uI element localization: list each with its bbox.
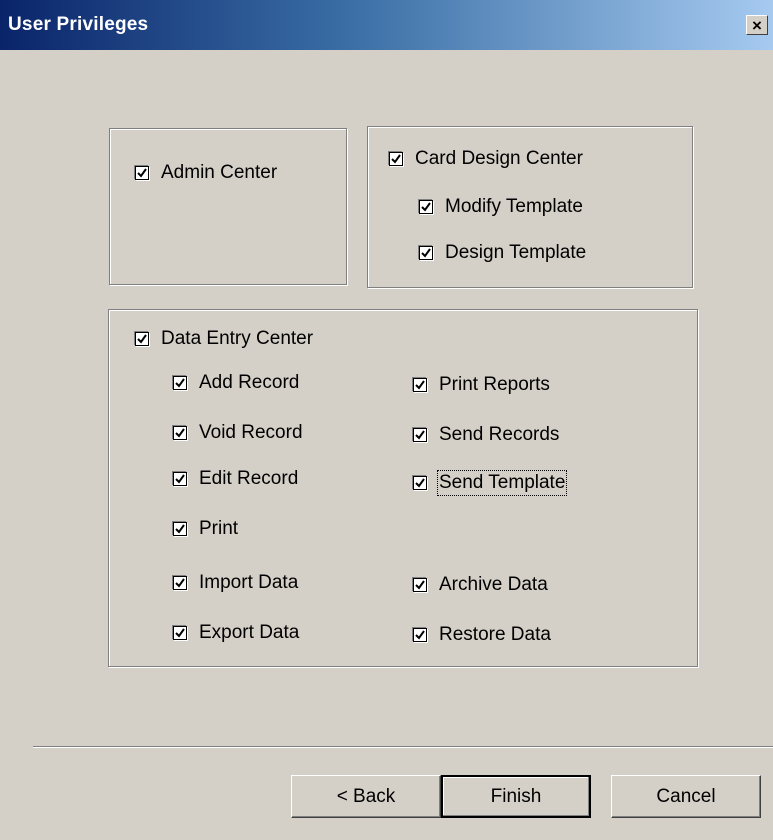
checkmark-icon: [391, 154, 401, 164]
archive-data-checkbox[interactable]: Archive Data: [413, 574, 548, 596]
data-entry-center-checkbox[interactable]: Data Entry Center: [135, 328, 313, 350]
send-template-checkbox[interactable]: Send Template: [413, 470, 568, 496]
checkmark-icon: [175, 628, 185, 638]
checkbox-label: Modify Template: [445, 196, 583, 217]
checkbox-box[interactable]: [413, 628, 427, 642]
checkbox-label: Card Design Center: [415, 148, 583, 169]
send-records-checkbox[interactable]: Send Records: [413, 424, 559, 446]
admin-center-checkbox[interactable]: Admin Center: [135, 162, 277, 184]
finish-button[interactable]: Finish: [441, 775, 591, 818]
cancel-button[interactable]: Cancel: [611, 775, 761, 818]
checkbox-label: Import Data: [199, 572, 299, 593]
checkmark-icon: [415, 580, 425, 590]
checkmark-icon: [137, 334, 147, 344]
add-record-checkbox[interactable]: Add Record: [173, 372, 299, 394]
window-title: User Privileges: [8, 14, 149, 35]
checkbox-box[interactable]: [413, 578, 427, 592]
checkbox-label: Print Reports: [439, 374, 550, 395]
back-button[interactable]: < Back: [291, 775, 441, 818]
checkmark-icon: [415, 430, 425, 440]
checkmark-icon: [175, 378, 185, 388]
checkbox-label: Send Template: [436, 470, 568, 496]
checkmark-icon: [415, 630, 425, 640]
close-button[interactable]: ×: [746, 15, 768, 35]
design-template-checkbox[interactable]: Design Template: [419, 242, 586, 264]
checkmark-icon: [175, 428, 185, 438]
separator: [33, 746, 773, 748]
checkbox-box[interactable]: [173, 576, 187, 590]
checkbox-box[interactable]: [419, 246, 433, 260]
checkbox-box[interactable]: [173, 522, 187, 536]
checkbox-box[interactable]: [173, 426, 187, 440]
checkbox-box[interactable]: [413, 378, 427, 392]
checkbox-box[interactable]: [173, 376, 187, 390]
checkmark-icon: [421, 248, 431, 258]
restore-data-checkbox[interactable]: Restore Data: [413, 624, 551, 646]
checkbox-box[interactable]: [173, 626, 187, 640]
checkbox-box[interactable]: [413, 476, 427, 490]
checkmark-icon: [175, 474, 185, 484]
checkbox-box[interactable]: [419, 200, 433, 214]
cancel-button-label: Cancel: [656, 785, 716, 807]
checkmark-icon: [175, 578, 185, 588]
print-reports-checkbox[interactable]: Print Reports: [413, 374, 550, 396]
checkbox-label: Archive Data: [439, 574, 548, 595]
modify-template-checkbox[interactable]: Modify Template: [419, 196, 583, 218]
checkmark-icon: [137, 168, 147, 178]
checkbox-label: Design Template: [445, 242, 587, 263]
import-data-checkbox[interactable]: Import Data: [173, 572, 298, 594]
checkmark-icon: [421, 202, 431, 212]
checkbox-label: Restore Data: [439, 624, 551, 645]
checkbox-box[interactable]: [135, 166, 149, 180]
checkbox-box[interactable]: [173, 472, 187, 486]
print-checkbox[interactable]: Print: [173, 518, 238, 540]
finish-button-label: Finish: [490, 785, 542, 807]
checkbox-label: Send Records: [439, 424, 560, 445]
checkbox-label: Export Data: [199, 622, 300, 643]
void-record-checkbox[interactable]: Void Record: [173, 422, 303, 444]
back-button-label: < Back: [336, 785, 396, 807]
checkbox-label: Admin Center: [161, 162, 278, 183]
checkmark-icon: [415, 478, 425, 488]
close-icon: ×: [752, 15, 762, 35]
edit-record-checkbox[interactable]: Edit Record: [173, 468, 298, 490]
card-design-center-checkbox[interactable]: Card Design Center: [389, 148, 583, 170]
checkbox-box[interactable]: [413, 428, 427, 442]
checkbox-box[interactable]: [135, 332, 149, 346]
checkbox-label: Void Record: [199, 422, 303, 443]
checkbox-label: Add Record: [199, 372, 300, 393]
checkmark-icon: [415, 380, 425, 390]
export-data-checkbox[interactable]: Export Data: [173, 622, 299, 644]
checkmark-icon: [175, 524, 185, 534]
admin-group: [109, 128, 347, 285]
checkbox-label: Data Entry Center: [161, 328, 314, 349]
checkbox-label: Edit Record: [199, 468, 299, 489]
checkbox-label: Print: [199, 518, 239, 539]
checkbox-box[interactable]: [389, 152, 403, 166]
title-bar: User Privileges ×: [0, 0, 773, 50]
